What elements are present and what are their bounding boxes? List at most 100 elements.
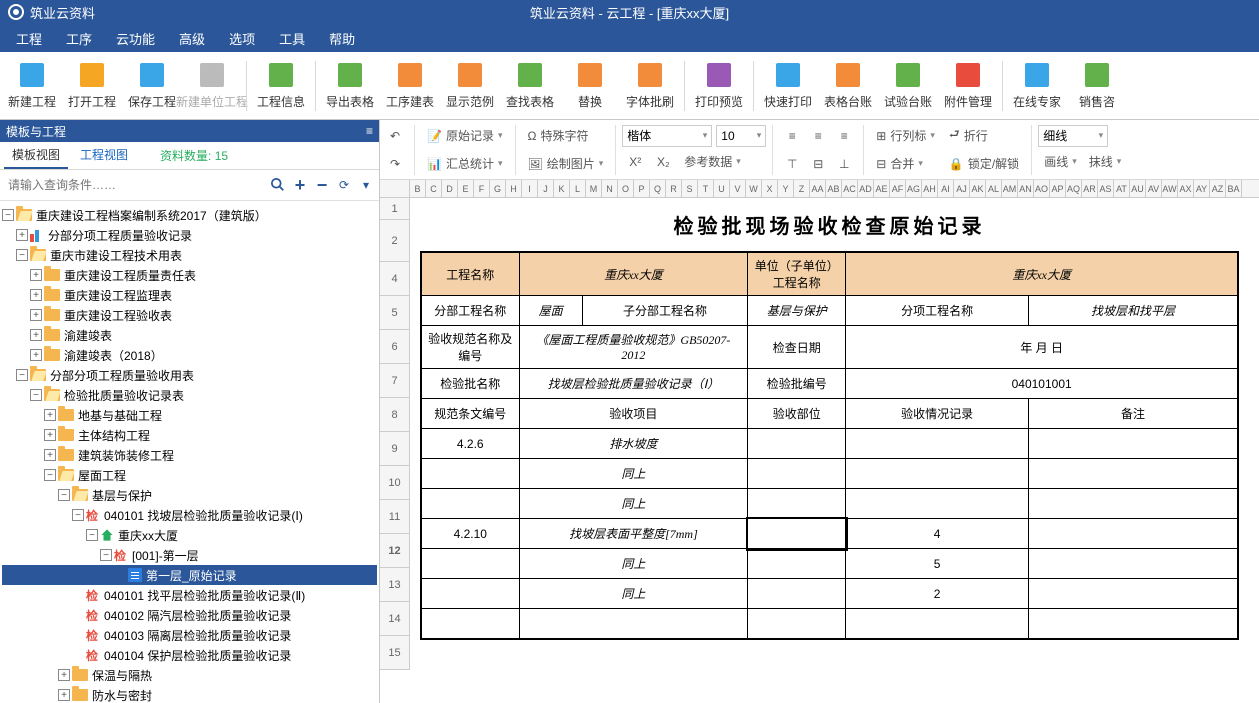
line-weight-select[interactable]: 细线▾ — [1038, 125, 1108, 147]
col-header-AT[interactable]: AT — [1114, 180, 1130, 197]
cell[interactable]: 5 — [846, 549, 1029, 579]
cell[interactable]: 040101001 — [846, 369, 1238, 399]
row-col-button[interactable]: ⊞ 行列标 ▾ — [870, 123, 941, 149]
menu-project[interactable]: 工程 — [4, 24, 54, 52]
col-header-V[interactable]: V — [730, 180, 746, 197]
cell[interactable]: 子分部工程名称 — [582, 296, 748, 326]
row-num[interactable]: 6 — [380, 330, 410, 364]
cell[interactable]: 同上 — [519, 549, 748, 579]
cell[interactable]: 基层与保护 — [748, 296, 846, 326]
toolbar-试验台账[interactable]: 试验台账 — [878, 56, 938, 116]
col-header-L[interactable]: L — [570, 180, 586, 197]
row-num[interactable]: 13 — [380, 568, 410, 602]
toolbar-在线专家[interactable]: 在线专家 — [1007, 56, 1067, 116]
col-header-AN[interactable]: AN — [1018, 180, 1034, 197]
tree-node[interactable]: −检验批质量验收记录表 — [2, 385, 377, 405]
cell[interactable] — [846, 489, 1029, 519]
cell[interactable]: 4.2.6 — [421, 429, 519, 459]
draw-line-button[interactable]: 画线▾ — [1038, 149, 1083, 175]
cell[interactable] — [846, 459, 1029, 489]
tree-node[interactable]: +重庆建设工程验收表 — [2, 305, 377, 325]
add-icon[interactable]: + — [291, 176, 309, 194]
col-header-S[interactable]: S — [682, 180, 698, 197]
col-header[interactable]: 验收情况记录 — [846, 399, 1029, 429]
merge-button[interactable]: ⊟ 合并 ▾ — [870, 151, 941, 177]
subscript-button[interactable]: X₂ — [650, 149, 676, 175]
toolbar-新建工程[interactable]: 新建工程 — [2, 56, 62, 116]
cell[interactable] — [1028, 519, 1238, 549]
sum-stat-button[interactable]: 📊 汇总统计 ▾ — [421, 151, 509, 177]
tree-node[interactable]: +重庆建设工程监理表 — [2, 285, 377, 305]
cell[interactable]: 找坡层表面平整度[7mm] — [519, 519, 748, 549]
tree-node[interactable]: +渝建竣表（2018） — [2, 345, 377, 365]
tree-node[interactable]: −分部分项工程质量验收用表 — [2, 365, 377, 385]
col-header-AH[interactable]: AH — [922, 180, 938, 197]
col-header-AW[interactable]: AW — [1162, 180, 1178, 197]
cell[interactable] — [748, 489, 846, 519]
menu-help[interactable]: 帮助 — [317, 24, 367, 52]
tree-record[interactable]: −检040101 找坡层检验批质量验收记录(Ⅰ) — [2, 505, 377, 525]
cell[interactable]: 排水坡度 — [519, 429, 748, 459]
cell[interactable] — [421, 459, 519, 489]
col-header-F[interactable]: F — [474, 180, 490, 197]
row-num[interactable]: 9 — [380, 432, 410, 466]
tree-node[interactable]: −屋面工程 — [2, 465, 377, 485]
col-header-J[interactable]: J — [538, 180, 554, 197]
cell[interactable]: 分项工程名称 — [846, 296, 1029, 326]
refresh-icon[interactable]: ⟳ — [335, 176, 353, 194]
tab-template-view[interactable]: 模板视图 — [4, 142, 68, 169]
cell[interactable]: 找坡层检验批质量验收记录（Ⅰ） — [519, 369, 748, 399]
tree-node[interactable]: −基层与保护 — [2, 485, 377, 505]
cell[interactable]: 《屋面工程质量验收规范》GB50207-2012 — [519, 326, 748, 369]
cell[interactable]: 检验批编号 — [748, 369, 846, 399]
col-header-R[interactable]: R — [666, 180, 682, 197]
cell[interactable]: 4 — [846, 519, 1029, 549]
cell[interactable] — [1028, 429, 1238, 459]
cell[interactable]: 同上 — [519, 489, 748, 519]
cell[interactable]: 找坡层和找平层 — [1028, 296, 1238, 326]
cell[interactable]: 工程名称 — [421, 252, 519, 296]
col-header-AE[interactable]: AE — [874, 180, 890, 197]
cell[interactable]: 同上 — [519, 459, 748, 489]
toolbar-打开工程[interactable]: 打开工程 — [62, 56, 122, 116]
cell[interactable] — [748, 429, 846, 459]
sidebar-menu-icon[interactable]: ≡ — [366, 124, 373, 138]
row-num[interactable]: 8 — [380, 398, 410, 432]
col-header-Y[interactable]: Y — [778, 180, 794, 197]
tree-node[interactable]: −重庆市建设工程技术用表 — [2, 245, 377, 265]
col-header-AX[interactable]: AX — [1178, 180, 1194, 197]
cell[interactable] — [846, 429, 1029, 459]
toolbar-保存工程[interactable]: 保存工程 — [122, 56, 182, 116]
menu-advanced[interactable]: 高级 — [167, 24, 217, 52]
menu-procedure[interactable]: 工序 — [54, 24, 104, 52]
row-num[interactable]: 14 — [380, 602, 410, 636]
tree-node[interactable]: +建筑装饰装修工程 — [2, 445, 377, 465]
toolbar-工序建表[interactable]: 工序建表 — [380, 56, 440, 116]
cell[interactable] — [1028, 459, 1238, 489]
toolbar-新建单位工程[interactable]: 新建单位工程 — [182, 56, 242, 116]
col-header-E[interactable]: E — [458, 180, 474, 197]
row-num[interactable]: 11 — [380, 500, 410, 534]
special-char-button[interactable]: Ω 特殊字符 — [522, 123, 610, 149]
lock-button[interactable]: 🔒 锁定/解锁 — [943, 151, 1025, 177]
cell[interactable] — [519, 609, 748, 639]
col-header-W[interactable]: W — [746, 180, 762, 197]
col-header-O[interactable]: O — [618, 180, 634, 197]
row-num[interactable]: 4 — [380, 262, 410, 296]
cell[interactable]: 验收规范名称及编号 — [421, 326, 519, 369]
cell[interactable]: 2 — [846, 579, 1029, 609]
valign-top-button[interactable]: ⊤ — [779, 151, 805, 177]
col-header-K[interactable]: K — [554, 180, 570, 197]
cell[interactable]: 检查日期 — [748, 326, 846, 369]
col-header-AR[interactable]: AR — [1082, 180, 1098, 197]
tree-record[interactable]: 检040103 隔离层检验批质量验收记录 — [2, 625, 377, 645]
cell[interactable] — [748, 549, 846, 579]
cell[interactable]: 分部工程名称 — [421, 296, 519, 326]
tree-node[interactable]: +分部分项工程质量验收记录 — [2, 225, 377, 245]
tree-node[interactable]: +保温与隔热 — [2, 665, 377, 685]
cell[interactable]: 重庆xx大厦 — [519, 252, 748, 296]
col-header-G[interactable]: G — [490, 180, 506, 197]
superscript-button[interactable]: X² — [622, 149, 648, 175]
tree-view[interactable]: −重庆建设工程档案编制系统2017（建筑版） +分部分项工程质量验收记录 −重庆… — [0, 201, 379, 703]
cell[interactable] — [1028, 579, 1238, 609]
